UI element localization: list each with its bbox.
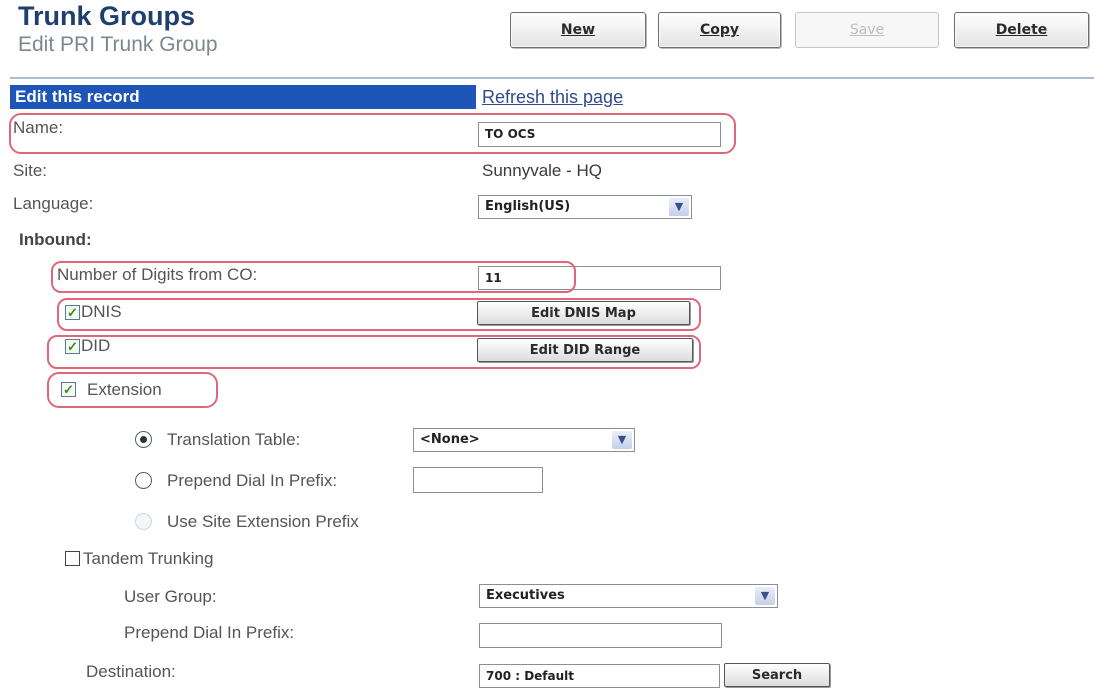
new-button[interactable]: New [510, 12, 646, 48]
translation-table-radio[interactable] [135, 431, 152, 448]
tandem-trunking-label: Tandem Trunking [83, 549, 214, 568]
refresh-link[interactable]: Refresh this page [482, 86, 623, 108]
destination-input[interactable]: 700 : Default [479, 664, 720, 688]
did-highlight [47, 335, 701, 369]
translation-table-label: Translation Table: [167, 430, 301, 449]
save-button[interactable]: Save [795, 12, 939, 48]
destination-label: Destination: [86, 662, 176, 681]
digits-highlight [51, 261, 576, 293]
translation-table-value: <None> [420, 432, 480, 447]
prepend-prefix-label: Prepend Dial In Prefix: [167, 471, 338, 490]
delete-button[interactable]: Delete [954, 12, 1089, 48]
user-group-value: Executives [486, 588, 565, 603]
prepend-prefix-2-input[interactable] [479, 623, 722, 648]
inbound-heading: Inbound: [19, 230, 92, 249]
language-select[interactable]: English(US) ▼ [478, 195, 692, 219]
site-extension-prefix-radio[interactable] [135, 513, 152, 530]
prepend-prefix-input[interactable] [413, 467, 543, 493]
translation-table-select[interactable]: <None> ▼ [413, 428, 635, 452]
chevron-down-icon[interactable]: ▼ [669, 198, 689, 216]
tandem-trunking-checkbox[interactable] [65, 551, 80, 566]
chevron-down-icon[interactable]: ▼ [755, 587, 775, 605]
language-label: Language: [13, 194, 94, 213]
search-button[interactable]: Search [724, 663, 830, 687]
site-label: Site: [13, 161, 48, 180]
site-extension-prefix-label: Use Site Extension Prefix [167, 512, 359, 531]
page-title: Trunk Groups [18, 1, 196, 31]
user-group-select[interactable]: Executives ▼ [479, 584, 778, 608]
name-highlight [9, 113, 736, 154]
page-subtitle: Edit PRI Trunk Group [18, 33, 218, 56]
prepend-prefix-2-label: Prepend Dial In Prefix: [124, 623, 295, 642]
chevron-down-icon[interactable]: ▼ [612, 431, 632, 449]
language-select-value: English(US) [485, 199, 571, 214]
user-group-label: User Group: [124, 587, 217, 606]
dnis-highlight [57, 298, 701, 331]
extension-highlight [47, 372, 218, 408]
header-divider [10, 77, 1094, 79]
copy-button[interactable]: Copy [658, 12, 781, 48]
site-value: Sunnyvale - HQ [482, 161, 602, 180]
edit-record-bar: Edit this record [10, 85, 476, 109]
prepend-prefix-radio[interactable] [135, 472, 152, 489]
